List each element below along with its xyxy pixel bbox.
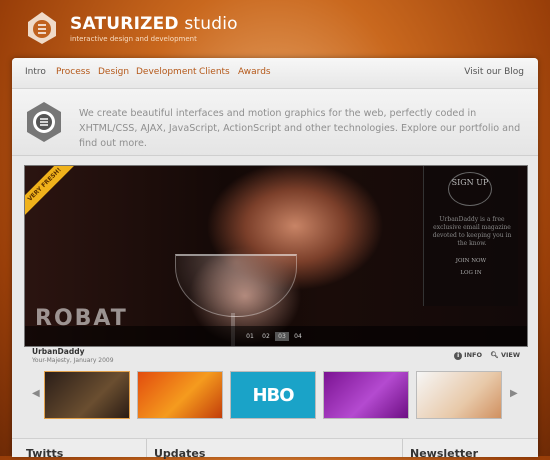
nav-awards[interactable]: Awards — [238, 67, 271, 77]
nav-intro[interactable]: Intro — [25, 67, 46, 77]
column-divider — [402, 439, 403, 457]
newsletter-heading: Newsletter — [410, 447, 479, 460]
project-subtitle: Your-Majesty, January 2009 — [32, 357, 114, 364]
page-03-button[interactable]: 03 — [275, 332, 289, 341]
arrow-right-icon[interactable]: ▶ — [510, 388, 518, 399]
project-caption: UrbanDaddy Your-Majesty, January 2009 iI… — [24, 346, 526, 364]
thumbnail-1[interactable] — [44, 371, 130, 419]
updates-heading: Updates — [154, 447, 206, 460]
intro-text: We create beautiful interfaces and motio… — [79, 108, 521, 149]
thumbnail-2[interactable] — [137, 371, 223, 419]
intro-section: We create beautiful interfaces and motio… — [12, 89, 538, 156]
thumbnail-4[interactable] — [323, 371, 409, 419]
slide-pager: 01 02 03 04 — [25, 326, 527, 346]
page-02-button[interactable]: 02 — [259, 332, 273, 341]
info-button[interactable]: i INFO — [454, 351, 482, 360]
nav-process[interactable]: Process — [56, 67, 90, 77]
join-now-link[interactable]: JOIN NOW — [424, 258, 518, 264]
info-icon: i — [454, 352, 463, 360]
column-divider — [146, 439, 147, 457]
content-panel: Intro Process Design Development Clients… — [12, 58, 538, 460]
signup-title: SIGN UP — [448, 172, 492, 206]
saturized-logo-icon[interactable] — [24, 10, 60, 46]
showcase-slider[interactable]: SIGN UP UrbanDaddy is a free exclusive e… — [24, 165, 528, 347]
arrow-left-icon[interactable]: ◀ — [32, 388, 40, 399]
brand-name: SATURIZED studio — [70, 14, 238, 34]
page-04-button[interactable]: 04 — [291, 332, 305, 341]
main-nav: Intro Process Design Development Clients… — [12, 58, 538, 89]
brand-tagline: interactive design and development — [70, 35, 197, 43]
footer-columns: Twitts Updates Newsletter — [12, 438, 538, 460]
nav-development[interactable]: Development — [136, 67, 197, 77]
view-button[interactable]: 🔍︎ VIEW — [490, 351, 520, 359]
thumbnail-5[interactable] — [416, 371, 502, 419]
saturized-badge-icon — [27, 102, 61, 142]
brand[interactable]: SATURIZED studio interactive design and … — [70, 14, 238, 43]
page-01-button[interactable]: 01 — [243, 332, 257, 341]
nav-blog-link[interactable]: Visit our Blog — [464, 67, 524, 77]
thumbnail-strip: ◀ HBO ▶ — [24, 366, 526, 422]
nav-clients[interactable]: Clients — [199, 67, 230, 77]
signup-panel: SIGN UP UrbanDaddy is a free exclusive e… — [423, 166, 518, 306]
project-title: UrbanDaddy — [32, 347, 85, 356]
nav-design[interactable]: Design — [98, 67, 129, 77]
twitts-heading: Twitts — [26, 447, 64, 460]
signup-blurb: UrbanDaddy is a free exclusive email mag… — [432, 216, 512, 247]
log-in-link[interactable]: LOG IN — [424, 270, 518, 276]
magnifier-icon: 🔍︎ — [490, 351, 499, 359]
thumbnail-hbo[interactable]: HBO — [230, 371, 316, 419]
